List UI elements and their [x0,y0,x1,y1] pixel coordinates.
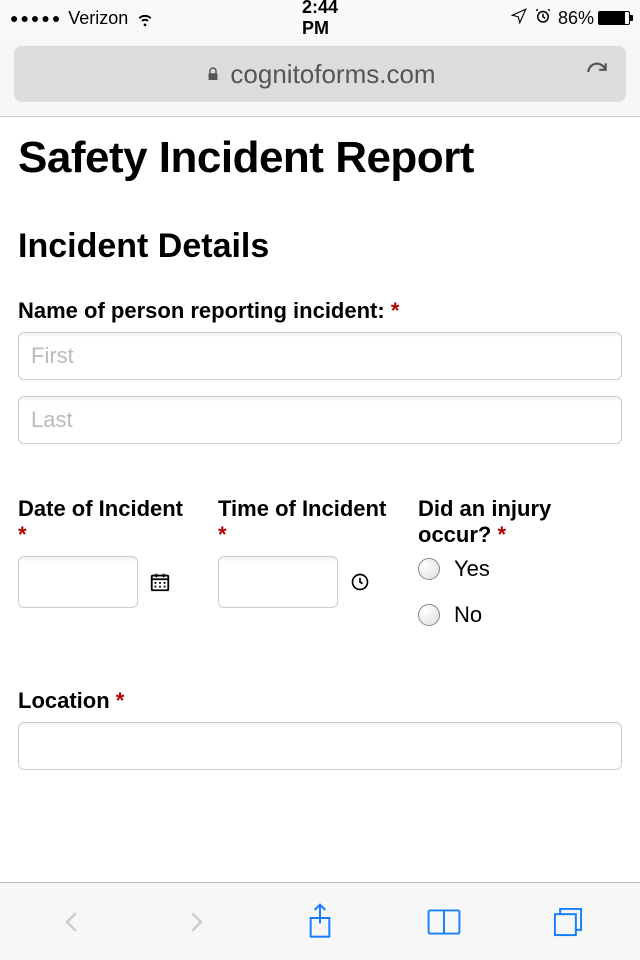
section-heading: Incident Details [18,227,622,266]
required-asterisk: * [391,298,400,323]
radio-icon [418,558,440,580]
location-label: Location * [18,688,622,714]
injury-no-option[interactable]: No [418,602,618,628]
date-input[interactable] [18,556,138,608]
status-bar: ●●●●● Verizon 2:44 PM 86% [0,0,640,36]
last-name-input[interactable] [18,396,622,444]
form-body: Safety Incident Report Incident Details … [0,117,640,802]
date-label: Date of Incident * [18,496,198,548]
url-domain: cognitoforms.com [230,59,435,90]
alarm-icon [534,7,552,30]
reporter-name-label: Name of person reporting incident: * [18,298,622,324]
clock-icon[interactable] [348,570,372,594]
battery-pct-label: 86% [558,8,594,29]
injury-yes-option[interactable]: Yes [418,556,618,582]
forward-button[interactable] [176,902,216,942]
page-title: Safety Incident Report [18,133,622,183]
lock-icon [204,59,222,90]
injury-label: Did an injury occur? * [418,496,618,548]
calendar-icon[interactable] [148,570,172,594]
time-label: Time of Incident * [218,496,398,548]
location-icon [510,7,528,30]
time-input[interactable] [218,556,338,608]
share-button[interactable] [300,902,340,942]
signal-dots-icon: ●●●●● [10,10,62,26]
address-bar[interactable]: cognitoforms.com [14,46,626,102]
radio-label: Yes [454,556,490,582]
radio-icon [418,604,440,626]
clock-label: 2:44 PM [302,0,338,39]
location-input[interactable] [18,722,622,770]
bookmarks-button[interactable] [424,902,464,942]
radio-label: No [454,602,482,628]
tabs-button[interactable] [548,902,588,942]
reload-button[interactable] [584,59,610,90]
carrier-label: Verizon [68,8,128,29]
browser-toolbar [0,882,640,960]
battery-indicator: 86% [558,8,630,29]
wifi-icon [134,7,156,29]
browser-chrome: cognitoforms.com [0,36,640,117]
required-asterisk: * [218,522,227,547]
back-button[interactable] [52,902,92,942]
required-asterisk: * [116,688,125,713]
first-name-input[interactable] [18,332,622,380]
battery-icon [598,11,630,25]
required-asterisk: * [497,522,506,547]
required-asterisk: * [18,522,27,547]
